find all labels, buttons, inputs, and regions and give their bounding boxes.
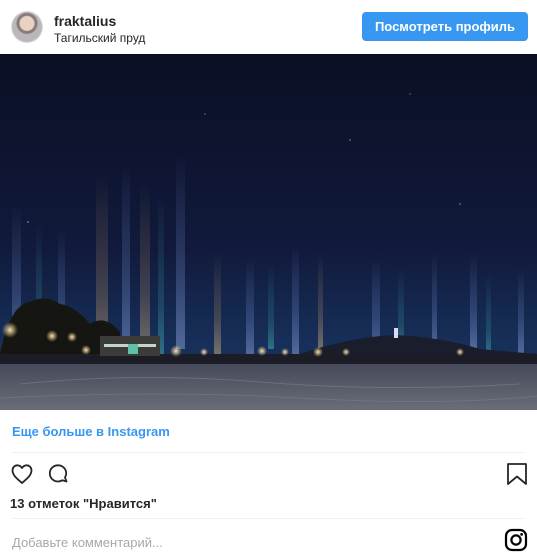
- post-header: fraktalius Тагильский пруд Посмотреть пр…: [0, 0, 537, 54]
- heart-icon[interactable]: [10, 462, 34, 491]
- avatar[interactable]: [12, 12, 42, 42]
- more-on-instagram-link[interactable]: Еще больше в Instagram: [12, 424, 170, 439]
- view-profile-button[interactable]: Посмотреть профиль: [362, 12, 528, 41]
- comment-icon[interactable]: [46, 462, 70, 491]
- instagram-embed: fraktalius Тагильский пруд Посмотреть пр…: [0, 0, 537, 557]
- instagram-icon[interactable]: [504, 528, 528, 557]
- username[interactable]: fraktalius: [54, 13, 116, 29]
- location[interactable]: Тагильский пруд: [54, 31, 145, 45]
- likes-count[interactable]: 13 отметок "Нравится": [10, 496, 157, 511]
- divider: [12, 518, 525, 519]
- divider: [12, 452, 525, 453]
- post-photo[interactable]: [0, 54, 537, 410]
- add-comment-field[interactable]: Добавьте комментарий...: [12, 535, 163, 550]
- bookmark-icon[interactable]: [506, 462, 528, 491]
